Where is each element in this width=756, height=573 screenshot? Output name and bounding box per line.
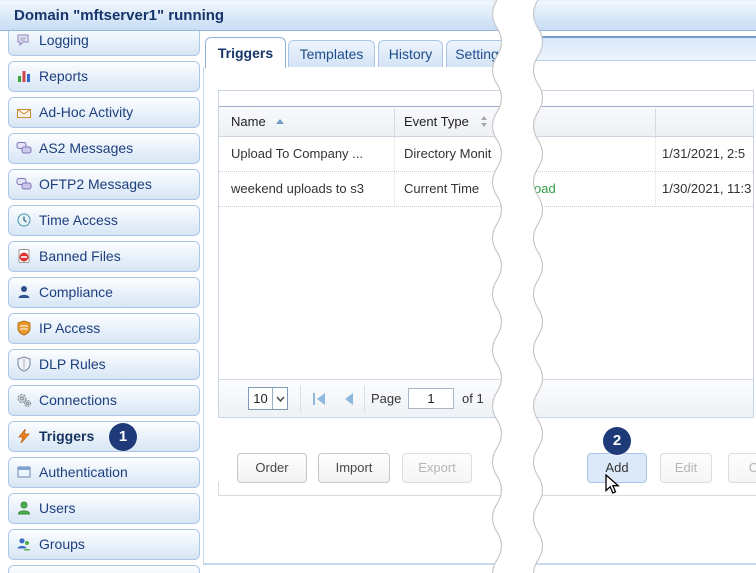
orange-shield-icon (16, 320, 32, 336)
sidebar-item-oftp2-messages[interactable]: OFTP2 Messages (8, 169, 200, 200)
column-header-event-type[interactable]: Event Type (404, 107, 469, 136)
cell-name: weekend uploads to s3 (231, 172, 364, 205)
chevron-down-icon (272, 388, 287, 409)
cell-date: 1/31/2021, 2:5 (662, 137, 752, 170)
column-separator (655, 137, 656, 207)
lightning-icon (16, 428, 32, 444)
grid-header: Name Event Type (219, 106, 753, 137)
clock-icon (16, 212, 32, 228)
sidebar-item-connections[interactable]: Connections (8, 385, 200, 416)
order-button[interactable]: Order (237, 453, 307, 483)
sidebar-item-groups[interactable]: Groups (8, 529, 200, 560)
envelope-icon (16, 104, 32, 120)
messages-icon (16, 176, 32, 192)
tab-triggers[interactable]: Triggers (205, 37, 286, 68)
sidebar-item-triggers[interactable]: Triggers (8, 421, 200, 452)
toolbar-separator (364, 386, 365, 412)
step-badge-1: 1 (109, 423, 137, 451)
button-bar-border-corner (218, 482, 219, 495)
cell-event-type: Current Time (404, 172, 479, 205)
pager-toolbar: 10 Page of 1 (219, 379, 753, 417)
domain-title: Domain "mftserver1" running (14, 1, 224, 30)
sidebar-item-users[interactable]: Users (8, 493, 200, 524)
bar-chart-icon (16, 68, 32, 84)
user-icon (16, 500, 32, 516)
window-icon (16, 464, 32, 480)
sidebar: Logging Reports Ad-Hoc Activity AS2 Mess… (8, 31, 200, 573)
page-number-input[interactable] (408, 388, 454, 409)
tab-strip-background (533, 36, 756, 61)
cell-expression-fragment: oad (534, 172, 556, 205)
tab-settings[interactable]: Setting (446, 40, 508, 67)
person-icon (16, 284, 32, 300)
cell-event-type: Directory Monit (404, 137, 491, 170)
sidebar-item-authentication[interactable]: Authentication (8, 457, 200, 488)
sidebar-item-compliance[interactable]: Compliance (8, 277, 200, 308)
import-button[interactable]: Import (318, 453, 390, 483)
column-separator (394, 137, 395, 207)
cell-date: 1/30/2021, 11:3 (662, 172, 752, 205)
export-button[interactable]: Export (402, 453, 472, 483)
add-button[interactable]: Add (587, 453, 647, 483)
column-header-name[interactable]: Name (231, 107, 266, 136)
toolbar-separator (300, 386, 301, 412)
page-size-value: 10 (249, 388, 272, 409)
column-separator (655, 109, 656, 135)
sidebar-item-logging[interactable]: Logging (8, 31, 200, 56)
log-bubble-icon (16, 32, 32, 48)
app-window: { "titlebar": { "title": "Domain \"mftse… (0, 0, 756, 573)
sidebar-item-banned-files[interactable]: Banned Files (8, 241, 200, 272)
page-size-select[interactable]: 10 (248, 387, 288, 410)
sidebar-item-adhoc-activity[interactable]: Ad-Hoc Activity (8, 97, 200, 128)
sort-down-icon (481, 123, 487, 127)
page-count-label: of 1 (462, 380, 484, 417)
sidebar-item-reports[interactable]: Reports (8, 61, 200, 92)
messages-icon (16, 140, 32, 156)
page-label: Page (371, 380, 401, 417)
column-separator (394, 109, 395, 135)
tab-templates[interactable]: Templates (288, 40, 375, 67)
first-page-button[interactable] (312, 392, 328, 406)
sidebar-item-as2-messages[interactable]: AS2 Messages (8, 133, 200, 164)
table-row[interactable]: weekend uploads to s3 Current Time oad 1… (219, 172, 753, 207)
previous-page-button[interactable] (342, 392, 358, 406)
banned-file-icon (16, 248, 32, 264)
sidebar-item-dlp-rules[interactable]: DLP Rules (8, 349, 200, 380)
group-icon (16, 536, 32, 552)
button-bar-border (218, 495, 756, 496)
domain-title-bar: Domain "mftserver1" running (0, 0, 756, 31)
sort-up-icon (481, 116, 487, 120)
shield-icon (16, 356, 32, 372)
cell-name: Upload To Company ... (231, 137, 363, 170)
sidebar-item-time-access[interactable]: Time Access (8, 205, 200, 236)
tab-history[interactable]: History (378, 40, 443, 67)
sidebar-item-ip-access[interactable]: IP Access (8, 313, 200, 344)
sort-asc-icon (276, 119, 284, 124)
sidebar-item-partial[interactable] (8, 565, 200, 573)
triggers-grid: Name Event Type Upload To Company ... Di… (218, 90, 754, 418)
step-badge-2: 2 (603, 427, 631, 455)
gears-icon (16, 392, 32, 408)
edit-button[interactable]: Edit (660, 453, 712, 483)
copy-button[interactable]: Co (728, 453, 756, 483)
table-row[interactable]: Upload To Company ... Directory Monit 1/… (219, 137, 753, 172)
